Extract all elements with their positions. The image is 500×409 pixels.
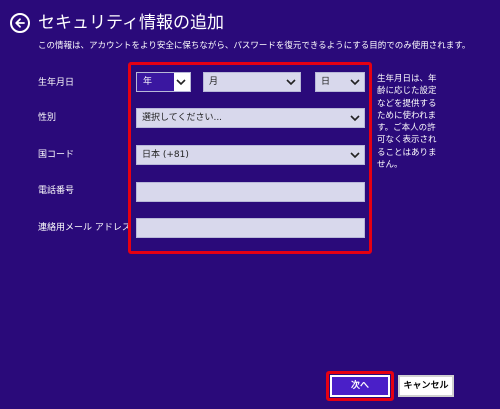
next-button[interactable]: 次へ [330,375,390,397]
birth-month-select[interactable]: 月 [203,72,301,92]
chevron-down-icon [350,115,360,122]
birth-day-value: 日 [321,77,331,87]
birth-year-select[interactable]: 年 [136,72,191,92]
birth-day-select[interactable]: 日 [315,72,365,92]
phone-label: 電話番号 [38,186,75,196]
country-code-select[interactable]: 日本 (+81) [136,145,365,165]
country-code-label: 国コード [38,150,75,160]
chevron-down-icon [176,79,186,86]
chevron-down-icon [350,79,360,86]
chevron-down-icon [286,79,296,86]
back-button[interactable] [10,13,30,33]
page-description: この情報は、アカウントをより安全に保ちながら、パスワードを復元できるようにする目… [38,41,471,51]
birth-year-value: 年 [137,73,174,91]
back-arrow-icon [15,18,25,28]
gender-label: 性別 [38,113,57,123]
page-header: セキュリティ情報の追加 [10,10,224,36]
phone-input[interactable] [136,182,365,202]
birthdate-side-note: 生年月日は、年齢に応じた設定などを提供するために使われます。ご本人の許可なく表示… [377,74,437,171]
email-label: 連絡用メール アドレス [38,223,131,233]
chevron-down-icon [350,152,360,159]
country-code-value: 日本 (+81) [142,150,189,160]
birth-month-value: 月 [209,77,219,87]
gender-value: 選択してください... [142,113,223,123]
gender-select[interactable]: 選択してください... [136,108,365,128]
birthdate-label: 生年月日 [38,78,75,88]
email-input[interactable] [136,218,365,238]
page-title: セキュリティ情報の追加 [38,13,224,33]
cancel-button[interactable]: キャンセル [398,375,454,397]
